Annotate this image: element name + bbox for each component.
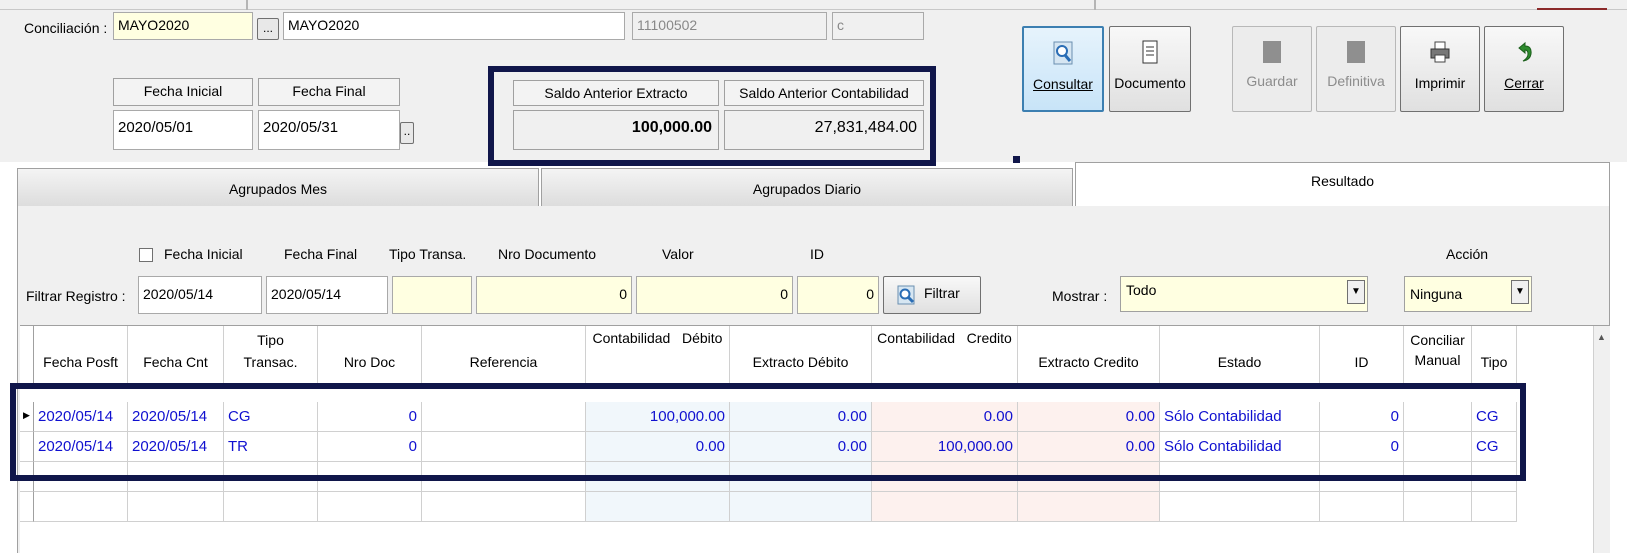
fecha-inicial-field[interactable]: 2020/05/01 (113, 110, 253, 150)
chevron-down-icon[interactable]: ▼ (1511, 280, 1529, 304)
filtrar-registro-label: Filtrar Registro : (26, 288, 126, 304)
imprimir-button[interactable]: Imprimir (1400, 26, 1480, 112)
conciliacion-name-field[interactable]: MAYO2020 (283, 12, 625, 40)
col-cont-debito-label: Contabilidad Débito (592, 330, 723, 346)
fecha-filter-checkbox[interactable] (139, 248, 153, 262)
col-id-label: ID (1354, 354, 1369, 370)
fecha-final-label: Fecha Final (258, 78, 400, 106)
conciliacion-code-field[interactable]: MAYO2020 (113, 12, 253, 40)
mostrar-value: Todo (1126, 282, 1157, 298)
fecha-final-field[interactable]: 2020/05/31 (258, 110, 400, 150)
col-tipo-transac[interactable]: Tipo Transac. (224, 326, 318, 387)
col-ext-credito-label: Extracto Credito (1038, 354, 1139, 370)
col-cont-credito-label: Contabilidad Credito (877, 330, 1012, 346)
filter-id-field[interactable]: 0 (797, 276, 879, 314)
mostrar-select[interactable]: Todo ▼ (1120, 276, 1368, 312)
filter-fecha-inicial-label: Fecha Inicial (164, 246, 243, 262)
col-cont-debito[interactable]: Contabilidad Débito (586, 326, 730, 387)
rows-highlight-box (10, 383, 1526, 481)
filtrar-label: Filtrar (924, 285, 960, 301)
col-id[interactable]: ID (1320, 326, 1404, 387)
filter-valor-field[interactable]: 0 (636, 276, 793, 314)
row-selector (20, 492, 34, 522)
magnifier-icon (897, 285, 915, 305)
col-conciliar-label-2: Manual (1414, 352, 1461, 368)
filter-fecha-final-field[interactable]: 2020/05/14 (266, 276, 388, 314)
header-panel: Conciliación : MAYO2020 ... MAYO2020 111… (0, 10, 1627, 166)
col-fecha-posft-label: Fecha Posft (43, 354, 118, 370)
filter-id-label: ID (810, 246, 824, 262)
filter-tipo-field[interactable] (392, 276, 472, 314)
cerrar-button[interactable]: Cerrar (1484, 26, 1564, 112)
imprimir-label: Imprimir (1414, 75, 1466, 91)
col-conciliar-manual[interactable]: Conciliar Manual (1404, 326, 1472, 387)
filtrar-button[interactable]: Filtrar (883, 276, 981, 314)
col-tipo-transac-label-2: Transac. (243, 354, 298, 370)
accion-value: Ninguna (1410, 286, 1463, 302)
filter-nro-field[interactable]: 0 (476, 276, 632, 314)
filter-fecha-final-label: Fecha Final (284, 246, 358, 262)
filter-accion-label: Acción (1446, 246, 1489, 262)
col-ext-debito[interactable]: Extracto Débito (730, 326, 872, 387)
finalize-icon (1347, 41, 1365, 63)
col-tipo-label: Tipo (1480, 354, 1508, 370)
documento-label: Documento (1114, 75, 1186, 91)
cerrar-label: Cerrar (1504, 75, 1544, 91)
window-top-strip (0, 0, 1627, 10)
col-nro-doc[interactable]: Nro Doc (318, 326, 422, 387)
scroll-up-arrow-icon[interactable]: ▲ (1597, 332, 1606, 342)
consultar-label: Consultar (1033, 76, 1093, 92)
tab-resultado[interactable]: Resultado (1075, 162, 1610, 210)
row-header-corner (20, 326, 34, 387)
date-picker-button[interactable]: .. (400, 122, 414, 144)
consultar-button[interactable]: Consultar (1022, 26, 1104, 112)
col-conciliar-label-1: Conciliar (1410, 332, 1465, 348)
tab-agrupados-mes[interactable]: Agrupados Mes (17, 168, 539, 208)
col-ext-credito[interactable]: Extracto Credito (1018, 326, 1160, 387)
account-field: 11100502 (632, 12, 827, 40)
col-referencia-label: Referencia (469, 354, 538, 370)
documento-button[interactable]: Documento (1109, 26, 1191, 112)
col-fecha-posft[interactable]: Fecha Posft (34, 326, 128, 387)
col-tipo[interactable]: Tipo (1472, 326, 1517, 387)
document-icon (1142, 40, 1158, 64)
conciliacion-browse-button[interactable]: ... (257, 18, 279, 40)
conciliacion-label: Conciliación : (24, 20, 108, 36)
col-fecha-cnt-label: Fecha Cnt (143, 354, 208, 370)
filter-tipo-label: Tipo Transa. (389, 246, 467, 262)
col-fecha-cnt[interactable]: Fecha Cnt (128, 326, 224, 387)
top-separator (1094, 0, 1096, 10)
tab-agrupados-diario[interactable]: Agrupados Diario (541, 168, 1073, 208)
col-estado[interactable]: Estado (1160, 326, 1320, 387)
col-ext-debito-label: Extracto Débito (752, 354, 849, 370)
magnifier-icon (1053, 41, 1073, 65)
filter-fecha-inicial-field[interactable]: 2020/05/14 (138, 276, 262, 314)
vertical-scrollbar[interactable]: ▲ (1593, 326, 1610, 553)
col-cont-credito[interactable]: Contabilidad Credito (872, 326, 1018, 387)
col-estado-label: Estado (1217, 354, 1262, 370)
fecha-inicial-label: Fecha Inicial (113, 78, 253, 106)
definitiva-button[interactable]: Definitiva (1316, 26, 1396, 112)
tab-bar: Agrupados Mes Agrupados Diario Resultado (0, 162, 1627, 210)
filter-nro-label: Nro Documento (498, 246, 597, 262)
undo-arrow-icon (1518, 41, 1532, 62)
top-separator (246, 0, 248, 10)
col-nro-doc-label: Nro Doc (343, 354, 396, 370)
accion-select[interactable]: Ninguna ▼ (1404, 276, 1532, 312)
filter-valor-label: Valor (662, 246, 694, 262)
col-referencia[interactable]: Referencia (422, 326, 586, 387)
mostrar-label: Mostrar : (1052, 288, 1108, 304)
col-tipo-transac-label-1: Tipo (257, 332, 284, 348)
chevron-down-icon[interactable]: ▼ (1347, 280, 1365, 304)
definitiva-label: Definitiva (1327, 73, 1385, 89)
printer-icon (1430, 41, 1450, 63)
balances-highlight-box (488, 66, 936, 166)
type-field: c (832, 12, 924, 40)
save-icon (1263, 41, 1281, 63)
guardar-label: Guardar (1246, 73, 1298, 89)
guardar-button[interactable]: Guardar (1232, 26, 1312, 112)
